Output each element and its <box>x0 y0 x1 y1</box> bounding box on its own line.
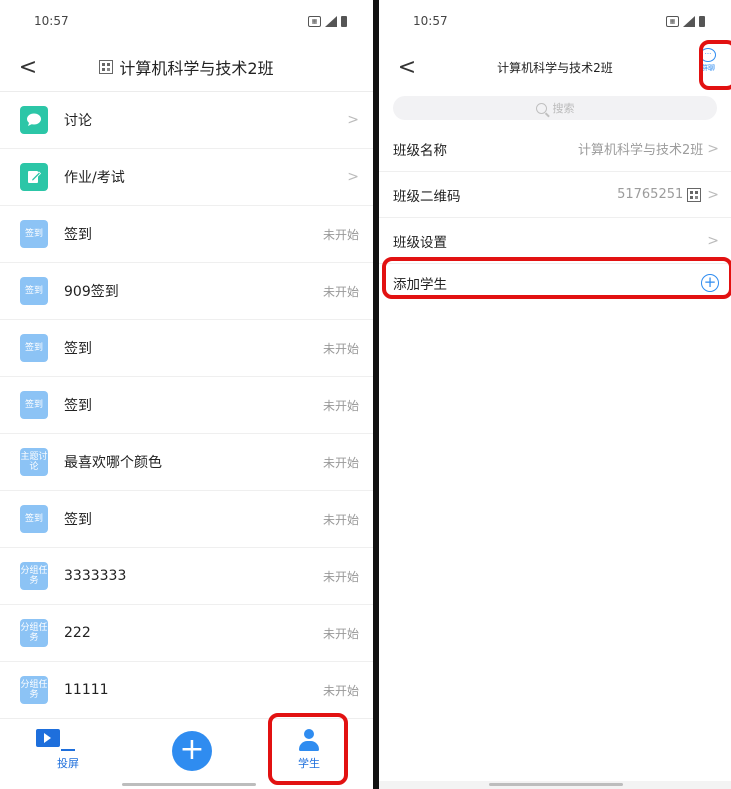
tab-label: 投屏 <box>57 757 79 770</box>
qr-code-icon <box>687 187 702 202</box>
group-chat-icon: ··· <box>700 48 716 62</box>
topic-discussion-icon: 主题讨论 <box>20 448 48 476</box>
status-text: 未开始 <box>322 512 359 527</box>
bottom-nav: 投屏 + 学生 <box>0 718 373 789</box>
list-item-checkin[interactable]: 签到 签到 未开始 <box>0 377 373 434</box>
tab-label: 学生 <box>298 757 320 770</box>
status-time: 10:57 <box>34 14 69 28</box>
sim-icon: ▦ <box>666 15 679 27</box>
chevron-right-icon: > <box>707 140 719 157</box>
list-item-label: 3333333 <box>64 568 127 584</box>
status-bar: 10:57 ▦ <box>379 0 731 42</box>
screen-cast-icon <box>36 729 100 751</box>
list-item-label: 签到 <box>64 341 92 357</box>
status-text: 未开始 <box>322 398 359 413</box>
list-item-label: 909签到 <box>64 284 119 300</box>
status-time: 10:57 <box>413 14 448 28</box>
row-class-name[interactable]: 班级名称 计算机科学与技术2班 > <box>379 126 731 172</box>
list-item-group-task[interactable]: 分组任务 222 未开始 <box>0 605 373 662</box>
group-task-icon: 分组任务 <box>20 676 48 704</box>
qr-code-icon <box>99 59 114 74</box>
list-item-checkin[interactable]: 签到 签到 未开始 <box>0 206 373 263</box>
row-class-qr-code[interactable]: 班级二维码 51765251 > <box>379 172 731 218</box>
checkin-icon: 签到 <box>20 277 48 305</box>
list-item-label: 最喜欢哪个颜色 <box>64 455 162 471</box>
battery-icon <box>699 15 705 27</box>
list-item-homework[interactable]: 作业/考试 > <box>0 149 373 206</box>
row-add-student[interactable]: 添加学生 + <box>379 260 731 306</box>
tab-students[interactable]: 学生 <box>277 729 341 771</box>
page-title: 计算机科学与技术2班 <box>497 60 613 75</box>
person-icon <box>299 729 319 751</box>
edit-icon <box>20 163 48 191</box>
status-text: 未开始 <box>322 341 359 356</box>
sim-icon: ▦ <box>308 15 321 27</box>
signal-icon <box>683 15 695 27</box>
right-phone-screen: 10:57 ▦ < 计算机科学与技术2班 ··· 群聊 搜索 班级名称 计算机科… <box>376 0 731 789</box>
list-item-checkin[interactable]: 签到 签到 未开始 <box>0 320 373 377</box>
status-text: 未开始 <box>322 455 359 470</box>
list-item-group-task[interactable]: 分组任务 11111 未开始 <box>0 662 373 719</box>
signal-icon <box>325 15 337 27</box>
row-label: 班级二维码 <box>393 188 461 205</box>
back-button[interactable]: < <box>16 54 40 80</box>
home-indicator <box>122 783 256 786</box>
row-class-settings[interactable]: 班级设置 > <box>379 218 731 264</box>
search-icon <box>535 102 547 114</box>
home-indicator <box>489 783 623 786</box>
battery-icon <box>341 15 347 27</box>
group-task-icon: 分组任务 <box>20 619 48 647</box>
page-title: 计算机科学与技术2班 <box>99 55 274 79</box>
row-label: 班级设置 <box>393 234 447 251</box>
group-chat-label: 群聊 <box>701 64 715 72</box>
chevron-right-icon: > <box>707 232 719 249</box>
nav-bar: < 计算机科学与技术2班 <box>379 42 731 92</box>
status-text: 未开始 <box>322 569 359 584</box>
chat-bubble-icon <box>20 106 48 134</box>
search-input[interactable]: 搜索 <box>393 96 717 120</box>
checkin-icon: 签到 <box>20 334 48 362</box>
status-icons: ▦ <box>666 15 705 27</box>
checkin-icon: 签到 <box>20 505 48 533</box>
row-label: 添加学生 <box>393 277 447 293</box>
status-text: 未开始 <box>322 626 359 641</box>
page-title-text: 计算机科学与技术2班 <box>119 58 274 78</box>
list-item-label: 11111 <box>64 682 109 698</box>
left-phone-screen: 10:57 ▦ < 计算机科学与技术2班 讨论 > 作业/考试 > 签到 签到 … <box>0 0 376 789</box>
status-icons: ▦ <box>308 15 347 27</box>
list-item-discussion[interactable]: 讨论 > <box>0 92 373 149</box>
list-item-label: 讨论 <box>64 113 92 129</box>
add-button[interactable]: + <box>172 731 212 771</box>
list-item-group-task[interactable]: 分组任务 3333333 未开始 <box>0 548 373 605</box>
checkin-icon: 签到 <box>20 391 48 419</box>
chevron-right-icon: > <box>347 112 359 128</box>
status-text: 未开始 <box>322 227 359 242</box>
status-text: 未开始 <box>322 284 359 299</box>
tab-screen-cast[interactable]: 投屏 <box>36 729 100 771</box>
status-text: 未开始 <box>322 683 359 698</box>
back-button[interactable]: < <box>395 54 419 80</box>
list-item-label: 签到 <box>64 512 92 528</box>
group-task-icon: 分组任务 <box>20 562 48 590</box>
chevron-right-icon: > <box>707 186 719 203</box>
list-item-label: 作业/考试 <box>64 170 125 186</box>
list-item-checkin[interactable]: 签到 签到 未开始 <box>0 491 373 548</box>
search-placeholder: 搜索 <box>552 102 575 115</box>
list-item-topic-discussion[interactable]: 主题讨论 最喜欢哪个颜色 未开始 <box>0 434 373 491</box>
row-label: 班级名称 <box>393 142 447 159</box>
chevron-right-icon: > <box>347 169 359 185</box>
list-item-label: 222 <box>64 625 91 641</box>
list-item-checkin[interactable]: 签到 909签到 未开始 <box>0 263 373 320</box>
row-value: 计算机科学与技术2班 <box>577 143 704 158</box>
status-bar: 10:57 ▦ <box>0 0 373 42</box>
group-chat-button[interactable]: ··· 群聊 <box>695 48 721 73</box>
list-item-label: 签到 <box>64 227 92 243</box>
activity-list: 讨论 > 作业/考试 > 签到 签到 未开始 签到 909签到 未开始 签到 签… <box>0 92 373 719</box>
add-circle-icon[interactable]: + <box>701 274 719 292</box>
checkin-icon: 签到 <box>20 220 48 248</box>
screenshot-stage: 10:57 ▦ < 计算机科学与技术2班 讨论 > 作业/考试 > 签到 签到 … <box>0 0 731 789</box>
list-item-label: 签到 <box>64 398 92 414</box>
row-value: 51765251 <box>617 187 684 202</box>
nav-bar: < 计算机科学与技术2班 <box>0 42 373 92</box>
